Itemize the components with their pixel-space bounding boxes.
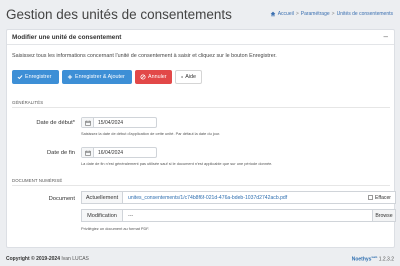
cancel-label: Annuler — [148, 74, 167, 80]
end-date-addon — [82, 148, 94, 157]
page-title: Gestion des unités de consentements — [6, 6, 232, 22]
start-date-help: Saisissez la date de début d'application… — [81, 131, 221, 136]
copyright-text: Copyright © 2019-2024 — [6, 255, 60, 262]
start-date-value: 15/04/2024 — [98, 119, 124, 126]
breadcrumb-separator: > — [331, 11, 335, 17]
erase-label: Effacer — [374, 194, 391, 201]
section-general-title: GÉNÉRALITÉS — [12, 100, 44, 105]
breadcrumb: Accueil > Paramétrage > Unités de consen… — [270, 11, 393, 17]
erase-toggle[interactable]: Effacer — [367, 194, 395, 201]
section-divider — [12, 185, 390, 186]
brand-sup: web — [371, 254, 378, 259]
calendar-icon — [84, 120, 91, 126]
breadcrumb-separator: > — [295, 11, 299, 17]
save-add-button[interactable]: Enregistrer & Ajouter — [62, 70, 132, 84]
breadcrumb-current[interactable]: Unités de consentements — [337, 11, 393, 17]
brand-name: Noethys — [351, 256, 372, 263]
author-name: Ivan LUCAS — [61, 255, 89, 262]
save-button[interactable]: Enregistrer — [12, 70, 59, 84]
breadcrumb-settings[interactable]: Paramétrage — [301, 11, 330, 17]
check-icon — [17, 75, 23, 80]
card-header: Modifier une unité de consentement – — [7, 30, 394, 45]
ban-icon — [140, 74, 146, 80]
section-divider — [12, 107, 390, 108]
current-file-link[interactable]: unites_consentements/1/c74b8f6f-021d-476… — [123, 195, 368, 201]
footer-version: Noethysweb 1.2.3.2 — [352, 255, 394, 263]
version-number: 1.2.3.2 — [378, 256, 394, 263]
collapse-button[interactable]: – — [384, 33, 388, 41]
document-modify-row: Modification --- Browse — [81, 209, 396, 222]
document-help: Privilégiez un document au format PDF. — [81, 226, 150, 231]
document-current-row: Actuellement unites_consentements/1/c74b… — [81, 191, 396, 204]
erase-checkbox[interactable] — [367, 195, 373, 200]
help-circle-icon — [181, 76, 184, 78]
file-input-value[interactable]: --- — [123, 213, 372, 219]
footer: Copyright © 2019-2024 Ivan LUCAS Noethys… — [0, 251, 400, 266]
intro-text: Saisissez tous les informations concerna… — [12, 53, 277, 59]
browse-button[interactable]: Browse — [372, 210, 395, 221]
help-label: Aide — [185, 74, 196, 80]
end-date-label: Date de fin — [46, 150, 75, 156]
document-label: Document — [48, 196, 75, 202]
help-button[interactable]: Aide — [175, 70, 202, 84]
start-date-field[interactable]: 15/04/2024 — [81, 117, 157, 128]
current-label: Actuellement — [82, 192, 123, 203]
home-icon — [270, 11, 276, 17]
footer-copyright: Copyright © 2019-2024 Ivan LUCAS — [6, 256, 89, 262]
start-date-label: Date de début* — [36, 120, 75, 126]
edit-card: Modifier une unité de consentement – Sai… — [6, 29, 396, 248]
save-add-label: Enregistrer & Ajouter — [75, 74, 125, 80]
breadcrumb-home[interactable]: Accueil — [278, 11, 294, 17]
section-document-title: DOCUMENT NUMÉRISÉ — [12, 178, 63, 183]
save-label: Enregistrer — [25, 74, 52, 80]
cancel-button[interactable]: Annuler — [135, 70, 172, 84]
end-date-value: 16/04/2024 — [98, 149, 124, 156]
end-date-help: La date de fin n'est généralement pas ut… — [81, 161, 273, 166]
end-date-field[interactable]: 16/04/2024 — [81, 147, 157, 158]
modify-label: Modification — [82, 210, 123, 221]
card-title: Modifier une unité de consentement — [12, 33, 122, 41]
page-header: Gestion des unités de consentements Accu… — [0, 0, 400, 28]
action-buttons: Enregistrer Enregistrer & Ajouter Annule… — [12, 70, 202, 84]
plus-icon — [67, 74, 73, 80]
calendar-icon — [84, 150, 91, 156]
start-date-addon — [82, 118, 94, 127]
